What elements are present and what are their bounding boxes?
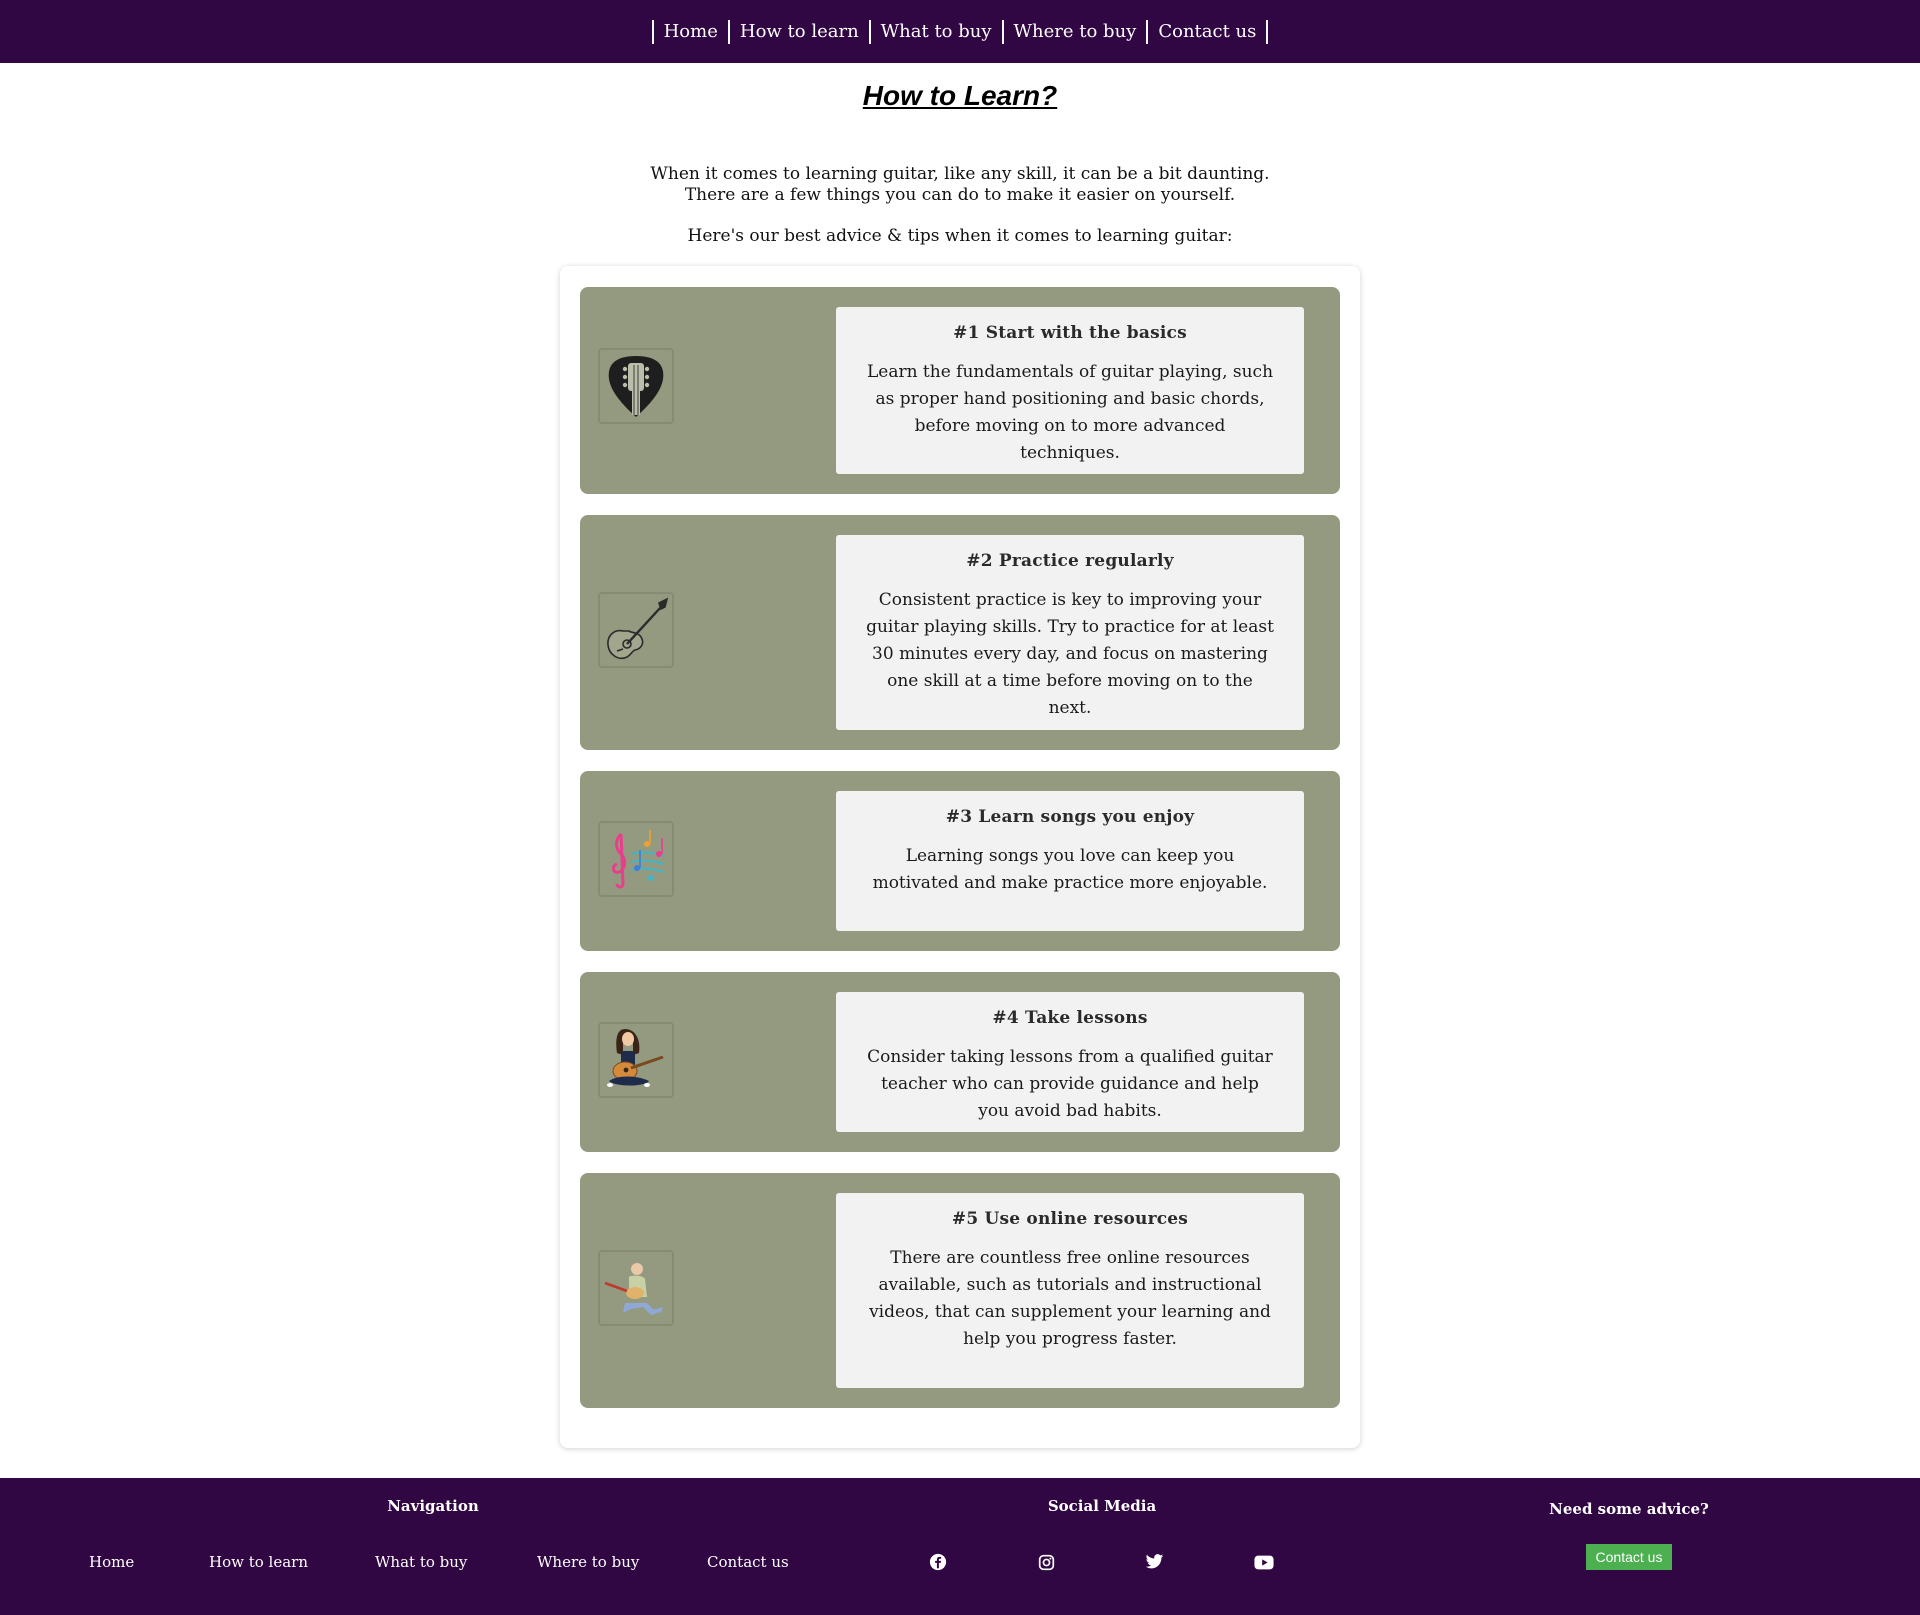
intro-text-line-2: There are a few things you can do to mak… bbox=[684, 185, 1236, 205]
instagram-icon[interactable] bbox=[1036, 1552, 1056, 1572]
tip-item: #1 Start with the basics Learn the funda… bbox=[580, 287, 1340, 494]
tip-description: Consider taking lessons from a qualified… bbox=[867, 1047, 1273, 1121]
intro-section: When it comes to learning guitar, like a… bbox=[0, 164, 1920, 247]
youtube-icon[interactable] bbox=[1254, 1552, 1274, 1572]
tip-title: #3 Learn songs you enjoy bbox=[945, 807, 1195, 827]
guitarist-playing-icon bbox=[598, 1250, 674, 1326]
tip-content: #2 Practice regularly Consistent practic… bbox=[836, 535, 1304, 730]
footer-home-link[interactable]: Home bbox=[89, 1553, 134, 1571]
tip-description: There are countless free online resource… bbox=[869, 1248, 1271, 1349]
intro-lead-text: Here's our best advice & tips when it co… bbox=[687, 226, 1233, 246]
tip-item: #5 Use online resources There are countl… bbox=[580, 1173, 1340, 1408]
facebook-icon[interactable] bbox=[928, 1552, 948, 1572]
tip-description: Learn the fundamentals of guitar playing… bbox=[866, 362, 1274, 463]
nav-where-to-buy-link[interactable]: Where to buy bbox=[1004, 20, 1147, 44]
tip-item: #3 Learn songs you enjoy Learning songs … bbox=[580, 771, 1340, 951]
tips-card: #1 Start with the basics Learn the funda… bbox=[560, 266, 1360, 1448]
tip-content: #5 Use online resources There are countl… bbox=[836, 1193, 1304, 1388]
tip-title: #5 Use online resources bbox=[951, 1209, 1189, 1229]
page-title: How to Learn? bbox=[862, 80, 1058, 111]
tip-content: #3 Learn songs you enjoy Learning songs … bbox=[836, 791, 1304, 931]
tip-item: #4 Take lessons Consider taking lessons … bbox=[580, 972, 1340, 1152]
tip-item: #2 Practice regularly Consistent practic… bbox=[580, 515, 1340, 750]
guitar-pick-headstock-icon bbox=[598, 348, 674, 424]
intro-text-line-1: When it comes to learning guitar, like a… bbox=[650, 164, 1270, 184]
tip-description: Learning songs you love can keep you mot… bbox=[872, 846, 1268, 893]
nav-home-link[interactable]: Home bbox=[654, 20, 728, 44]
tip-title: #2 Practice regularly bbox=[966, 551, 1174, 571]
tip-title: #4 Take lessons bbox=[992, 1008, 1148, 1028]
footer-what-to-buy-link[interactable]: What to buy bbox=[375, 1553, 467, 1571]
nav-menu: Home How to learn What to buy Where to b… bbox=[651, 19, 1269, 45]
guitarist-girl-icon bbox=[598, 1022, 674, 1098]
top-navigation: Home How to learn What to buy Where to b… bbox=[0, 0, 1920, 63]
tip-title: #1 Start with the basics bbox=[953, 323, 1187, 343]
tip-content: #4 Take lessons Consider taking lessons … bbox=[836, 992, 1304, 1132]
nav-contact-us-link[interactable]: Contact us bbox=[1148, 20, 1266, 44]
footer-navigation-heading: Navigation bbox=[387, 1497, 479, 1515]
footer-advice-heading: Need some advice? bbox=[1549, 1500, 1709, 1518]
music-notes-icon bbox=[598, 821, 674, 897]
nav-what-to-buy-link[interactable]: What to buy bbox=[871, 20, 1002, 44]
tip-description: Consistent practice is key to improving … bbox=[866, 590, 1274, 718]
nav-how-to-learn-link[interactable]: How to learn bbox=[730, 20, 869, 44]
footer-social-heading: Social Media bbox=[1047, 1497, 1157, 1515]
footer: Navigation Home How to learn What to buy… bbox=[0, 1478, 1920, 1615]
footer-how-to-learn-link[interactable]: How to learn bbox=[209, 1553, 308, 1571]
acoustic-guitar-icon bbox=[598, 592, 674, 668]
twitter-icon[interactable] bbox=[1144, 1552, 1164, 1572]
nav-divider bbox=[1266, 19, 1269, 44]
footer-where-to-buy-link[interactable]: Where to buy bbox=[537, 1553, 639, 1571]
tip-content: #1 Start with the basics Learn the funda… bbox=[836, 307, 1304, 474]
contact-us-button[interactable]: Contact us bbox=[1586, 1544, 1672, 1570]
footer-contact-us-link[interactable]: Contact us bbox=[707, 1553, 789, 1571]
